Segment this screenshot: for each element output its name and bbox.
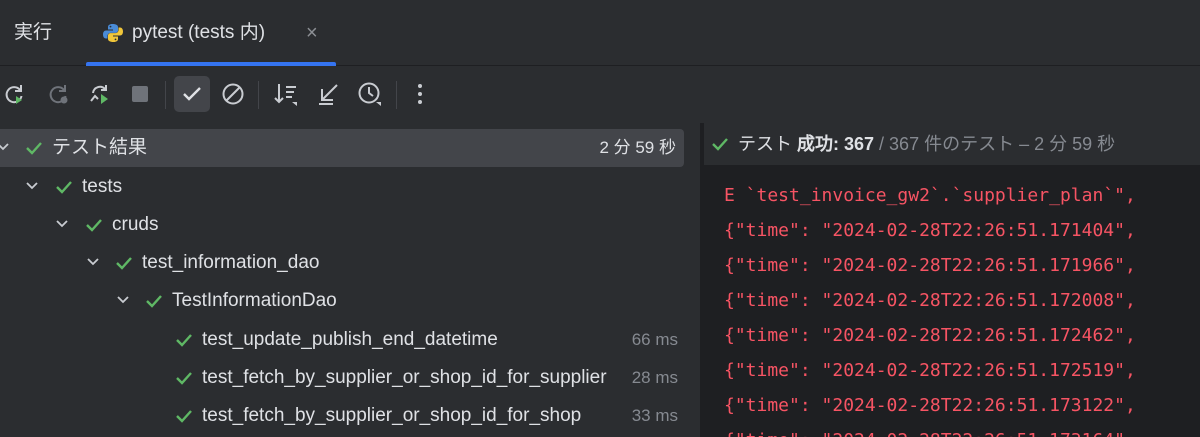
- tree-row-duration: 28 ms: [631, 368, 678, 387]
- tree-row-test-case[interactable]: test_update_publish_end_datetime 66 ms: [0, 321, 700, 359]
- console-line: E `test_invoice_gw2`.`supplier_plan`",: [724, 185, 1136, 206]
- tree-row-label: cruds: [112, 214, 159, 235]
- show-ignored-icon[interactable]: [215, 76, 251, 112]
- tree-row-label: test_information_dao: [142, 252, 320, 273]
- tree-row-label: test_update_publish_end_datetime: [202, 329, 498, 350]
- tree-row-test-case[interactable]: test_fetch_by_supplier_or_shop_id_for_sh…: [0, 397, 700, 435]
- tree-row-label: tests: [82, 176, 123, 197]
- chevron-down-icon[interactable]: [55, 217, 69, 231]
- test-runner-toolbar: [0, 67, 1200, 123]
- console-line: {"time": "2024-02-28T22:26:51.173164",: [724, 423, 1136, 437]
- status-prefix: テスト: [738, 134, 798, 154]
- check-icon: [176, 372, 192, 385]
- check-icon: [146, 295, 162, 308]
- check-icon: [176, 410, 192, 423]
- toolbar-separator: [258, 81, 259, 109]
- status-summary: / 367 件のテスト – 2 分 59 秒: [874, 134, 1116, 154]
- chevron-down-icon[interactable]: [25, 179, 39, 193]
- toolbar-separator: [396, 81, 397, 109]
- toggle-auto-test-icon[interactable]: [82, 76, 118, 112]
- collapse-icon[interactable]: [310, 76, 346, 112]
- active-tab-indicator: [86, 62, 336, 66]
- sort-icon[interactable]: [268, 76, 304, 112]
- tree-row-label: test_fetch_by_supplier_or_shop_id_for_su…: [202, 367, 607, 388]
- chevron-down-icon[interactable]: [86, 255, 100, 269]
- tool-window-tab-bar: 実行 pytest (tests 内) ×: [0, 0, 1200, 66]
- chevron-down-icon[interactable]: [0, 140, 10, 154]
- check-icon: [176, 334, 192, 347]
- rerun-icon[interactable]: [0, 76, 32, 112]
- rerun-failed-icon[interactable]: [40, 76, 76, 112]
- console-line: {"time": "2024-02-28T22:26:51.172519",: [724, 360, 1136, 381]
- chevron-down-icon[interactable]: [116, 293, 130, 307]
- console-line: {"time": "2024-02-28T22:26:51.173122",: [724, 395, 1136, 416]
- tree-row-duration: 33 ms: [631, 406, 678, 425]
- console-line: {"time": "2024-02-28T22:26:51.172462",: [724, 325, 1136, 346]
- tab-run[interactable]: 実行: [14, 0, 52, 66]
- more-icon[interactable]: [402, 76, 438, 112]
- history-icon[interactable]: [352, 76, 388, 112]
- tree-row-root[interactable]: テスト結果 2 分 59 秒: [0, 129, 684, 167]
- python-icon: [103, 24, 123, 42]
- tab-pytest[interactable]: pytest (tests 内) ×: [86, 0, 336, 66]
- console-line: {"time": "2024-02-28T22:26:51.171404",: [724, 220, 1136, 241]
- console-line: {"time": "2024-02-28T22:26:51.171966",: [724, 255, 1136, 276]
- close-tab-icon[interactable]: ×: [306, 0, 318, 66]
- tree-row-duration: 2 分 59 秒: [599, 138, 676, 157]
- toolbar-separator: [165, 81, 166, 109]
- check-icon: [56, 181, 72, 194]
- status-passed: 成功: 367: [797, 134, 875, 154]
- test-results-tree: テスト結果 2 分 59 秒 tests cruds test_informat…: [0, 123, 700, 437]
- check-icon: [712, 138, 728, 151]
- tree-row-cruds[interactable]: cruds: [0, 206, 700, 244]
- stop-icon[interactable]: [122, 76, 158, 112]
- console-output[interactable]: テスト 成功: 367 / 367 件のテスト – 2 分 59 秒 E `te…: [704, 123, 1200, 437]
- tree-row-label: テスト結果: [52, 137, 148, 158]
- tree-row-test-information-dao-class[interactable]: TestInformationDao: [0, 282, 700, 320]
- tree-row-tests[interactable]: tests: [0, 168, 700, 206]
- test-status-bar: テスト 成功: 367 / 367 件のテスト – 2 分 59 秒: [704, 123, 1200, 165]
- tab-pytest-label: pytest (tests 内): [132, 22, 266, 43]
- tree-row-label: test_fetch_by_supplier_or_shop_id_for_sh…: [202, 405, 582, 426]
- tree-row-test-information-dao[interactable]: test_information_dao: [0, 244, 700, 282]
- tree-row-label: TestInformationDao: [172, 290, 337, 311]
- tree-row-duration: 66 ms: [631, 330, 678, 349]
- test-status-text: テスト 成功: 367 / 367 件のテスト – 2 分 59 秒: [738, 123, 1115, 165]
- show-passed-icon[interactable]: [174, 76, 210, 112]
- check-icon: [86, 219, 102, 232]
- check-icon: [116, 257, 132, 270]
- console-line: {"time": "2024-02-28T22:26:51.172008",: [724, 290, 1136, 311]
- tree-row-test-case[interactable]: test_fetch_by_supplier_or_shop_id_for_su…: [0, 359, 700, 397]
- check-icon: [26, 142, 42, 155]
